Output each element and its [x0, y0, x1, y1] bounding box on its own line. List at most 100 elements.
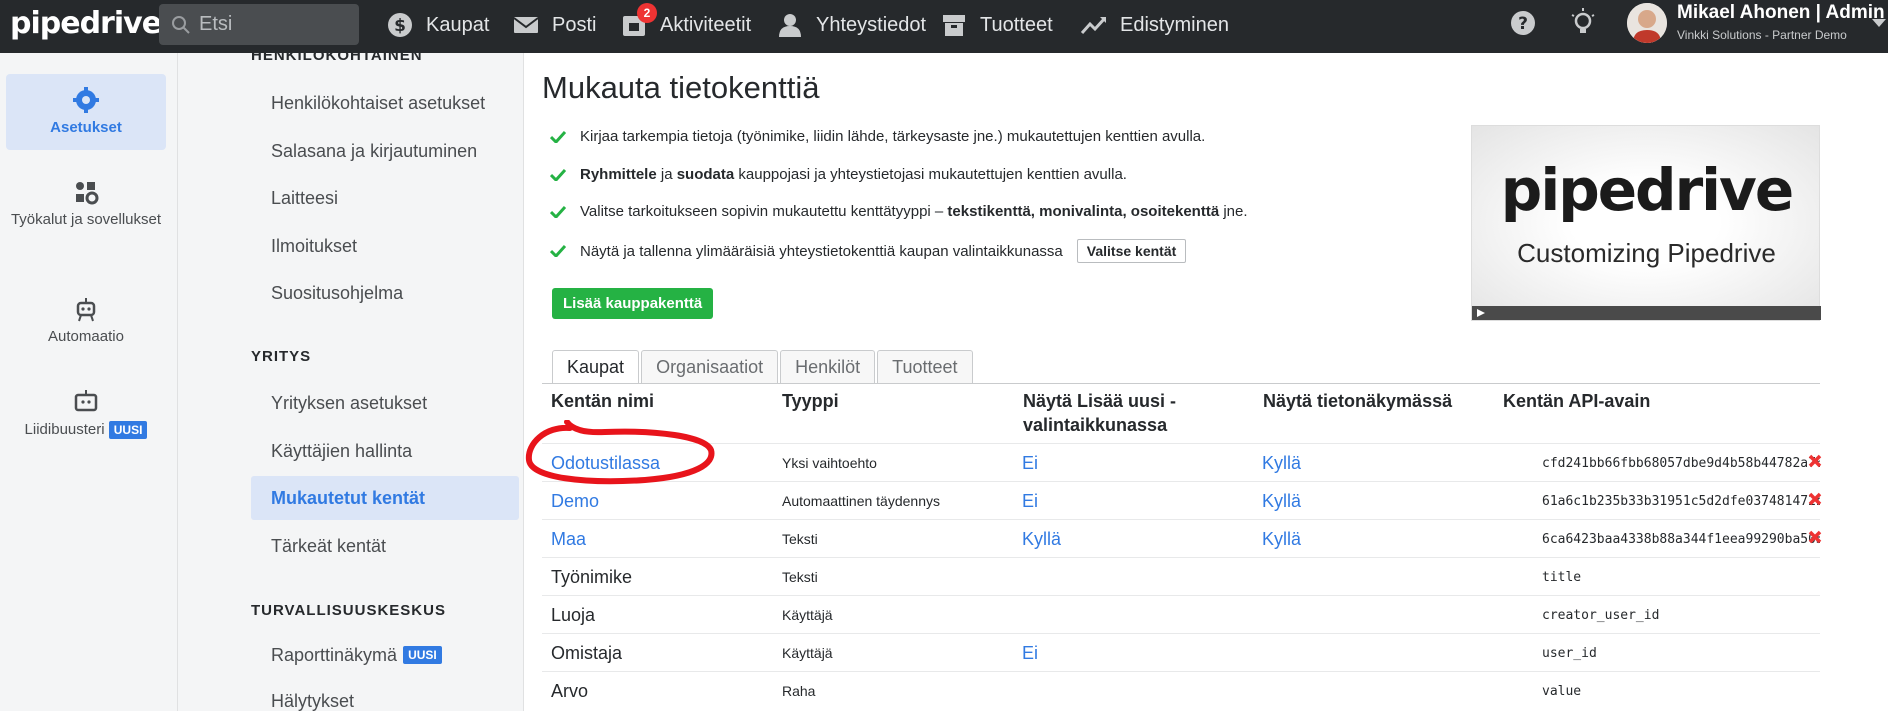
section-title-personal: HENKILÖKOHTAINEN [251, 53, 423, 64]
chevron-down-icon[interactable] [1872, 19, 1886, 27]
delete-icon[interactable] [1808, 454, 1822, 468]
help-icon[interactable]: ? [1509, 9, 1537, 37]
nav-edistyminen[interactable]: Edistyminen [1080, 0, 1229, 50]
nav-label: Yhteystiedot [816, 13, 927, 36]
rail-item-tools[interactable]: Työkalut ja sovellukset [6, 178, 166, 258]
delete-icon[interactable] [1808, 492, 1822, 506]
rail-item-leadbooster[interactable]: Liidibuusteri UUSI [6, 388, 166, 448]
search-input[interactable]: Etsi [159, 4, 359, 45]
nav-label: Aktiviteetit [660, 13, 752, 36]
sidebar-item-important-fields[interactable]: Tärkeät kentät [251, 524, 519, 568]
tab-organisaatiot[interactable]: Organisaatiot [641, 350, 779, 384]
checkmark-icon [550, 245, 566, 257]
bullet-bold: suodata [676, 166, 735, 183]
video-controls[interactable] [1472, 306, 1821, 320]
detail-view-visibility-cell[interactable]: Kyllä [1262, 444, 1301, 482]
mail-icon [513, 17, 539, 33]
field-type-cell: Raha [782, 683, 816, 699]
bullet-text: Kirjaa tarkempia tietoja (työnimike, lii… [580, 128, 1206, 145]
table-row[interactable]: Arvo Raha value [542, 671, 1820, 709]
activity-count-badge: 2 [637, 3, 657, 23]
avatar[interactable] [1627, 3, 1667, 43]
robot-icon [76, 298, 96, 322]
api-key-cell: title [1542, 569, 1582, 585]
sidebar-item-referral[interactable]: Suositusohjelma [251, 271, 519, 315]
sidebar-item-password[interactable]: Salasana ja kirjautuminen [251, 129, 519, 173]
table-row[interactable]: Omistaja Käyttäjä Ei user_id [542, 633, 1820, 671]
sidebar-item-report-view[interactable]: Raporttinäkymä UUSI [251, 633, 519, 677]
table-row[interactable]: Demo Automaattinen täydennys Ei Kyllä 61a6c1… [542, 481, 1822, 520]
tab-kaupat[interactable]: Kaupat [552, 350, 640, 384]
sidebar-item-alerts[interactable]: Hälytykset [251, 679, 519, 711]
delete-icon[interactable] [1808, 530, 1822, 544]
play-icon[interactable] [1476, 308, 1486, 318]
rail-label: Liidibuusteri [24, 421, 105, 438]
column-header-name: Kentän nimi [551, 391, 655, 411]
sidebar-item-notifications[interactable]: Ilmoitukset [251, 224, 519, 268]
nav-yhteystiedot[interactable]: Yhteystiedot [776, 0, 926, 50]
nav-tuotteet[interactable]: Tuotteet [940, 0, 1053, 50]
video-subtitle: Customizing Pipedrive [1517, 238, 1776, 268]
table-row[interactable]: Työnimike Teksti title [542, 557, 1820, 595]
api-key-cell: creator_user_id [1542, 607, 1660, 623]
api-key-cell: 61a6c1b235b33b31951c5d2dfe037481472b800 [1542, 493, 1820, 509]
table-row[interactable]: Luoja Käyttäjä creator_user_id [542, 595, 1820, 633]
column-header-type: Tyyppi [782, 391, 839, 411]
bullet-bold: Ryhmittele [580, 166, 657, 183]
add-new-visibility-cell[interactable]: Ei [1022, 444, 1038, 482]
nav-posti[interactable]: Posti [512, 0, 596, 50]
bullet-text: kauppojasi ja yhteystietojasi mukautettu… [734, 166, 1127, 183]
checkmark-icon [550, 168, 566, 181]
bullet-text: Valitse tarkoitukseen sopivin mukautettu… [580, 203, 948, 220]
add-new-visibility-cell[interactable]: Kyllä [1022, 520, 1061, 558]
checkmark-icon [550, 205, 566, 218]
detail-view-visibility-cell[interactable]: Kyllä [1262, 482, 1301, 520]
tab-tuotteet[interactable]: Tuotteet [877, 350, 973, 384]
pipedrive-logo[interactable]: pipedrive [10, 6, 162, 41]
new-badge: UUSI [108, 421, 148, 440]
nav-kaupat[interactable]: $ Kaupat [386, 0, 489, 50]
add-deal-field-button[interactable]: Lisää kauppakenttä [552, 288, 714, 319]
svg-text:?: ? [1518, 14, 1528, 34]
info-bullet: Valitse tarkoitukseen sopivin mukautettu… [550, 203, 1248, 220]
field-name-cell[interactable]: Maa [551, 520, 586, 558]
detail-view-visibility-cell[interactable]: Kyllä [1262, 520, 1301, 558]
choose-fields-button[interactable]: Valitse kentät [1076, 239, 1187, 263]
bullet-text: Näytä ja tallenna ylimääräisiä yhteystie… [580, 242, 1063, 260]
add-new-visibility-cell[interactable]: Ei [1022, 634, 1038, 672]
table-row[interactable]: Odotustilassa Yksi vaihtoehto Ei Kyllä cfd24… [542, 443, 1822, 482]
table-row[interactable]: Maa Teksti Kyllä Kyllä 6ca6423baa4338b88a344… [542, 519, 1822, 558]
column-header-api-key: Kentän API-avain [1503, 391, 1651, 411]
api-key-cell: 6ca6423baa4338b88a344f1eea99290ba505b04 [1542, 531, 1820, 547]
dollar-icon: $ [388, 13, 412, 37]
top-bar: pipedrive Etsi $ Kaupat Posti 2 Aktivite… [0, 0, 1888, 53]
rail-label: Asetukset [50, 119, 122, 136]
bullet-bold: tekstikenttä, monivalinta, osoitekenttä [947, 203, 1220, 220]
sidebar-item-user-management[interactable]: Käyttäjien hallinta [251, 429, 519, 473]
rail-item-automation[interactable]: Automaatio [6, 295, 166, 355]
nav-label: Edistyminen [1120, 13, 1229, 36]
lightbulb-icon[interactable] [1569, 7, 1597, 39]
rail-label: Työkalut ja sovellukset [10, 211, 162, 228]
nav-label: Kaupat [426, 13, 490, 36]
rail-item-settings[interactable]: Asetukset [6, 74, 166, 150]
gear-icon [73, 87, 99, 113]
field-name-cell: Omistaja [551, 642, 623, 663]
tabs-divider [542, 383, 1820, 384]
sidebar-item-company-settings[interactable]: Yrityksen asetukset [251, 381, 519, 425]
info-bullet: Näytä ja tallenna ylimääräisiä yhteystie… [550, 239, 1187, 263]
user-company: Vinkki Solutions - Partner Demo [1677, 28, 1847, 42]
sidebar-item-personal-settings[interactable]: Henkilökohtaiset asetukset [251, 81, 519, 125]
chatbot-icon [74, 390, 98, 412]
entity-tabs: Kaupat Organisaatiot Henkilöt Tuotteet [552, 350, 975, 384]
add-new-visibility-cell[interactable]: Ei [1022, 482, 1038, 520]
sidebar-item-custom-fields[interactable]: Mukautetut kentät [251, 476, 519, 520]
info-bullet: Kirjaa tarkempia tietoja (työnimike, lii… [550, 128, 1205, 145]
sidebar-item-devices[interactable]: Laitteesi [251, 176, 519, 220]
field-type-cell: Käyttäjä [782, 645, 833, 661]
user-name[interactable]: Mikael Ahonen | Admin [1677, 2, 1885, 24]
tutorial-video[interactable]: pipedrive Customizing Pipedrive [1471, 125, 1821, 321]
nav-aktiviteetit[interactable]: 2 Aktiviteetit [620, 0, 751, 50]
tab-henkilot[interactable]: Henkilöt [780, 350, 876, 384]
bullet-text: ja [656, 166, 677, 183]
